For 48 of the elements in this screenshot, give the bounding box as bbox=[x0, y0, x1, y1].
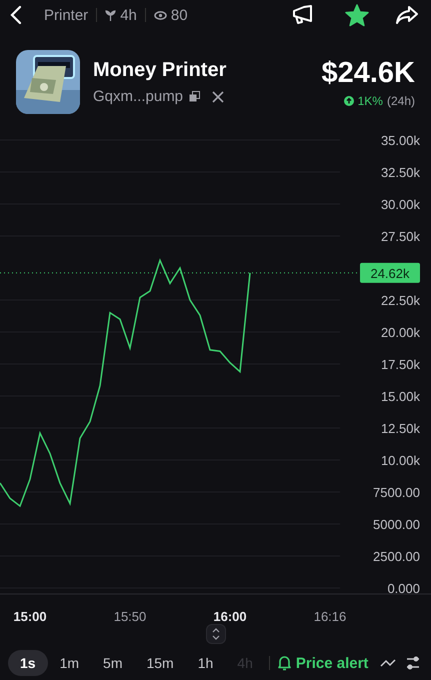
price-tag: 24.62k bbox=[360, 262, 420, 283]
bell-icon bbox=[278, 655, 291, 671]
y-axis-label: 7500.00 bbox=[373, 485, 420, 500]
x-axis-label: 16:00 bbox=[213, 609, 247, 624]
interval-tab[interactable]: 1s bbox=[8, 650, 48, 676]
y-axis-label: 12.50k bbox=[380, 421, 420, 436]
y-axis-label: 17.50k bbox=[380, 357, 420, 372]
contract-address: Gqxm...pump bbox=[93, 88, 184, 105]
y-axis-label: 5000.00 bbox=[373, 517, 420, 532]
ref-line-label: 24.62k bbox=[370, 266, 410, 281]
y-axis-label: 0.000 bbox=[387, 581, 420, 596]
price-change: 1K% bbox=[358, 94, 383, 108]
y-axis-label: 15.00k bbox=[380, 389, 420, 404]
interval-tab[interactable]: 1m bbox=[48, 650, 92, 676]
token-title: Printer bbox=[44, 6, 88, 24]
y-axis-label: 2500.00 bbox=[373, 549, 420, 564]
back-icon[interactable] bbox=[10, 5, 22, 25]
y-axis-label: 20.00k bbox=[380, 325, 420, 340]
token-name: Money Printer bbox=[93, 59, 226, 82]
interval-tab[interactable]: 5m bbox=[91, 650, 134, 676]
change-period: (24h) bbox=[386, 94, 415, 108]
eye-icon bbox=[154, 10, 167, 20]
views-count: 80 bbox=[170, 6, 188, 24]
line-chart-icon[interactable] bbox=[380, 658, 396, 668]
share-icon[interactable] bbox=[395, 5, 419, 25]
market-cap: $24.6K bbox=[321, 56, 415, 90]
sprout-icon bbox=[105, 10, 116, 20]
interval-tab[interactable]: 1h bbox=[186, 650, 226, 676]
y-axis-label: 10.00k bbox=[380, 453, 420, 468]
sliders-icon[interactable] bbox=[406, 655, 420, 671]
y-axis-label: 27.50k bbox=[380, 229, 420, 244]
x-icon[interactable] bbox=[212, 90, 224, 102]
x-axis-label: 15:00 bbox=[13, 609, 47, 624]
age-label: 4h bbox=[120, 6, 137, 24]
y-axis-label: 32.50k bbox=[380, 165, 420, 180]
y-axis-label: 22.50k bbox=[380, 293, 420, 308]
price-alert-button[interactable]: Price alert bbox=[274, 654, 372, 672]
x-axis-label: 16:16 bbox=[314, 609, 346, 624]
chevrons-icon bbox=[212, 628, 220, 640]
star-icon[interactable] bbox=[345, 4, 369, 26]
x-axis-label: 15:50 bbox=[114, 609, 146, 624]
expand-toggle[interactable] bbox=[206, 624, 226, 644]
up-arrow-icon bbox=[344, 96, 354, 106]
interval-tab[interactable]: 15m bbox=[134, 650, 186, 676]
copy-icon[interactable] bbox=[189, 91, 200, 102]
y-axis-label: 30.00k bbox=[380, 197, 420, 212]
megaphone-icon[interactable] bbox=[291, 4, 315, 26]
y-axis-label: 35.00k bbox=[380, 133, 420, 148]
